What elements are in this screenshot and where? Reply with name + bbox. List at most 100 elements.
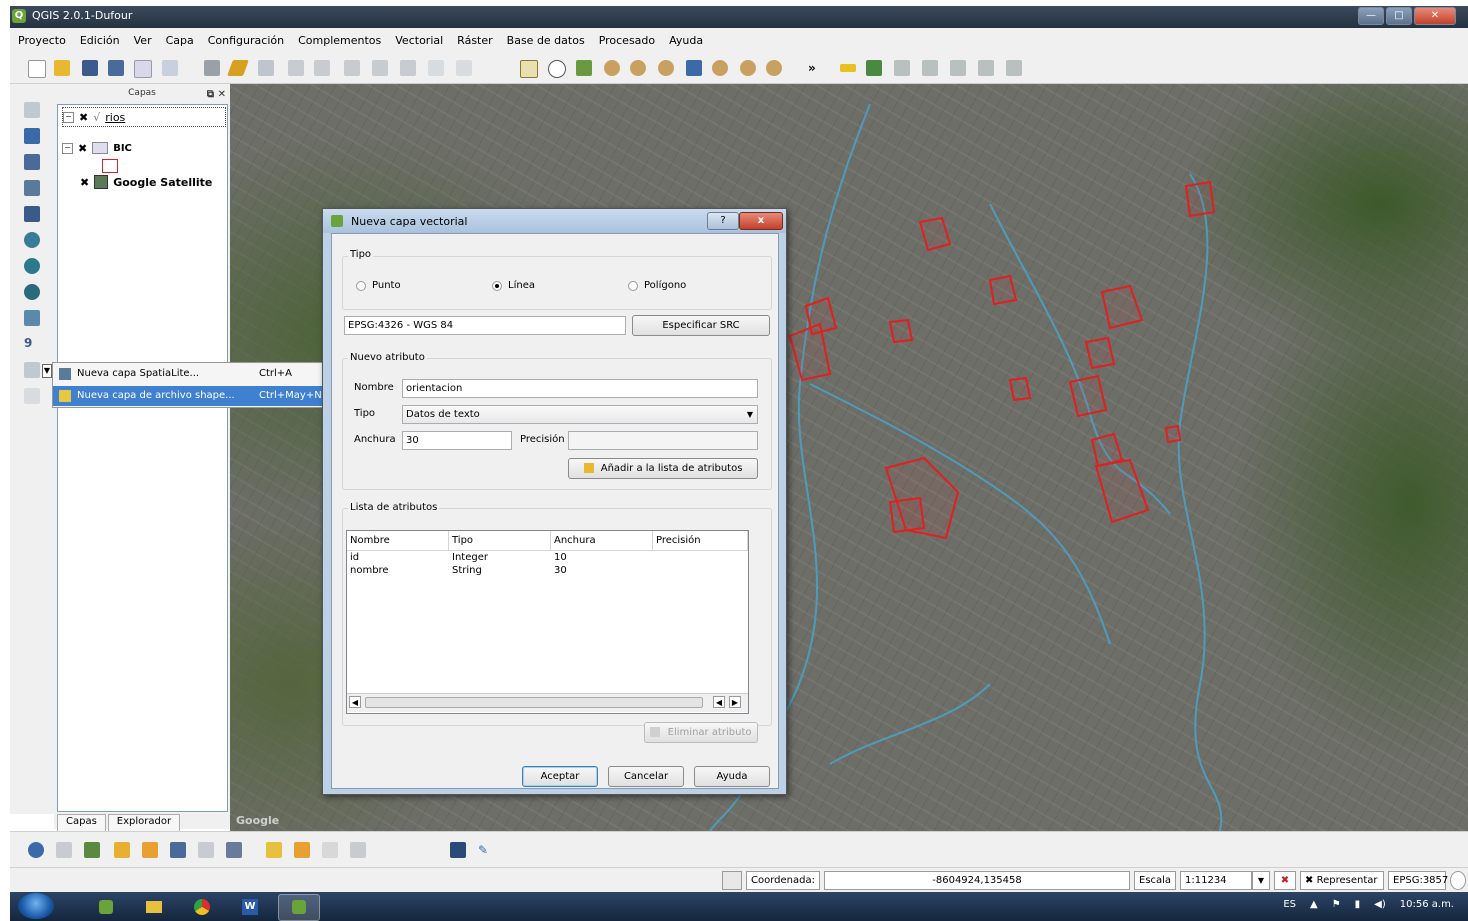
paste-features-icon[interactable]: [456, 60, 472, 76]
cancel-button[interactable]: Cancelar: [608, 766, 684, 787]
coordinate-toggle-icon[interactable]: [722, 871, 742, 890]
pan-touch-icon[interactable]: [520, 60, 538, 78]
new-print-composer-icon[interactable]: [134, 60, 152, 78]
render-toggle[interactable]: ✖ Representar: [1300, 871, 1384, 890]
taskbar-explorer-icon[interactable]: [134, 894, 174, 919]
scale-input[interactable]: 1:11234: [1180, 871, 1252, 890]
remove-attribute-button[interactable]: Eliminar atributo: [644, 722, 758, 743]
messages-icon[interactable]: [1450, 871, 1466, 890]
zoom-last-icon[interactable]: [766, 60, 782, 76]
delete-selected-icon[interactable]: [372, 60, 388, 76]
tab-capas[interactable]: Capas: [57, 814, 106, 832]
dialog-close-button[interactable]: x: [739, 212, 783, 230]
menu-edicion[interactable]: Edición: [80, 34, 120, 47]
menu-capa[interactable]: Capa: [166, 34, 194, 47]
add-vector-layer-icon[interactable]: [24, 102, 40, 118]
change-label-icon[interactable]: [1006, 60, 1022, 76]
copy-features-icon[interactable]: [428, 60, 444, 76]
menu-ayuda[interactable]: Ayuda: [669, 34, 703, 47]
save-as-icon[interactable]: [108, 60, 124, 76]
move-annotation-icon[interactable]: [350, 842, 366, 858]
dialog-help-button[interactable]: ?: [707, 212, 739, 230]
col-header-anchura[interactable]: Anchura: [551, 531, 653, 551]
taskbar-chrome-icon[interactable]: [182, 894, 222, 919]
scroll-left-icon[interactable]: ◀: [713, 696, 725, 708]
tray-expand-icon[interactable]: ▲: [1310, 899, 1318, 910]
rotate-label-icon[interactable]: [978, 60, 994, 76]
pan-hand-icon[interactable]: [548, 60, 566, 78]
pan-to-selection-icon[interactable]: [576, 60, 592, 76]
label-tool-icon[interactable]: [922, 60, 938, 76]
start-button-icon[interactable]: [18, 893, 54, 919]
zoom-in-icon[interactable]: [604, 60, 620, 76]
add-wcs-layer-icon[interactable]: [24, 284, 40, 300]
taskbar-word-icon[interactable]: W: [230, 894, 270, 919]
highlight-icon[interactable]: [840, 64, 856, 72]
add-feature-icon[interactable]: [288, 60, 304, 76]
menu-base-de-datos[interactable]: Base de datos: [507, 34, 585, 47]
col-header-precision[interactable]: Precisión: [653, 531, 748, 551]
crs-status-button[interactable]: EPSG:3857: [1388, 871, 1448, 890]
attribute-precision-input[interactable]: [568, 431, 758, 450]
zoom-full-icon[interactable]: [686, 60, 702, 76]
close-window-button[interactable]: ✕: [1414, 7, 1456, 25]
composer-manager-icon[interactable]: [162, 60, 178, 76]
menu-procesado[interactable]: Procesado: [599, 34, 655, 47]
crs-field[interactable]: EPSG:4326 - WGS 84: [344, 316, 626, 335]
language-indicator[interactable]: ES: [1283, 899, 1296, 910]
field-calculator-icon[interactable]: [198, 842, 214, 858]
cut-features-icon[interactable]: [400, 60, 416, 76]
add-delimited-text-icon[interactable]: 9: [24, 336, 40, 352]
menu-vectorial[interactable]: Vectorial: [395, 34, 443, 47]
layer-name[interactable]: BIC: [113, 143, 132, 154]
text-annotation-icon[interactable]: [266, 842, 282, 858]
menu-raster[interactable]: Ráster: [457, 34, 492, 47]
add-mssql-layer-icon[interactable]: [24, 206, 40, 222]
map-tips-toggle-icon[interactable]: [450, 842, 466, 858]
scrollbar-thumb[interactable]: [365, 697, 703, 708]
layer-tree[interactable]: − ✖ √ rios − ✖ BIC ✖ Google Satellite: [57, 104, 228, 812]
float-panel-icon[interactable]: ⧉: [207, 86, 214, 104]
horizontal-scrollbar[interactable]: ◀ ◀ ▶: [347, 693, 748, 712]
taskbar-qgis-pinned-icon[interactable]: [86, 894, 126, 919]
menu-ver[interactable]: Ver: [134, 34, 152, 47]
attribute-table-icon[interactable]: [170, 842, 186, 858]
scroll-right-icon[interactable]: ▶: [729, 696, 741, 708]
scale-dropdown-chevron-icon[interactable]: ▼: [1252, 871, 1270, 890]
toggle-editing-icon[interactable]: [227, 60, 249, 76]
new-layer-icon[interactable]: [24, 362, 40, 378]
attribute-width-input[interactable]: 30: [402, 431, 512, 450]
deselect-icon[interactable]: [142, 842, 158, 858]
menu-configuracion[interactable]: Configuración: [208, 34, 284, 47]
zoom-to-selection-icon[interactable]: [712, 60, 728, 76]
attribute-type-select[interactable]: Datos de texto ▼: [402, 405, 758, 424]
attribute-table[interactable]: Nombre Tipo Anchura Precisión id Integer…: [346, 530, 749, 714]
menu-complementos[interactable]: Complementos: [298, 34, 381, 47]
maximize-button[interactable]: □: [1386, 7, 1412, 25]
layer-name[interactable]: rios: [105, 111, 125, 124]
radio-linea[interactable]: Línea: [492, 280, 535, 291]
add-spatialite-layer-icon[interactable]: [24, 180, 40, 196]
layer-name[interactable]: Google Satellite: [113, 176, 212, 189]
help-button[interactable]: Ayuda: [694, 766, 770, 787]
table-row[interactable]: nombre String 30: [347, 565, 748, 578]
save-project-icon[interactable]: [82, 60, 98, 76]
add-attribute-button[interactable]: Añadir a la lista de atributos: [568, 458, 758, 479]
run-action-icon[interactable]: [56, 842, 72, 858]
more-tools-chevron-icon[interactable]: »: [808, 60, 824, 76]
taskbar-qgis-active-icon[interactable]: [278, 894, 320, 921]
clock[interactable]: 10:56 a.m.: [1400, 899, 1454, 910]
annotation-icon[interactable]: [894, 60, 910, 76]
menu-item-new-shapefile[interactable]: Nueva capa de archivo shape... Ctrl+May+…: [53, 386, 323, 406]
minimize-button[interactable]: —: [1358, 7, 1384, 25]
stop-render-icon[interactable]: ✖: [1274, 871, 1296, 890]
layer-visible-checkbox[interactable]: ✖: [79, 111, 88, 124]
add-wfs-layer-icon[interactable]: [24, 310, 40, 326]
layer-item-rios[interactable]: − ✖ √ rios: [62, 107, 226, 127]
map-tips-icon[interactable]: [866, 60, 882, 76]
remove-layer-icon[interactable]: [24, 388, 40, 404]
attribute-name-input[interactable]: orientacion: [402, 379, 758, 398]
layer-item-bic[interactable]: − ✖ BIC: [62, 139, 132, 157]
coordinate-value[interactable]: -8604924,135458: [824, 871, 1130, 890]
collapse-icon[interactable]: −: [63, 111, 74, 123]
